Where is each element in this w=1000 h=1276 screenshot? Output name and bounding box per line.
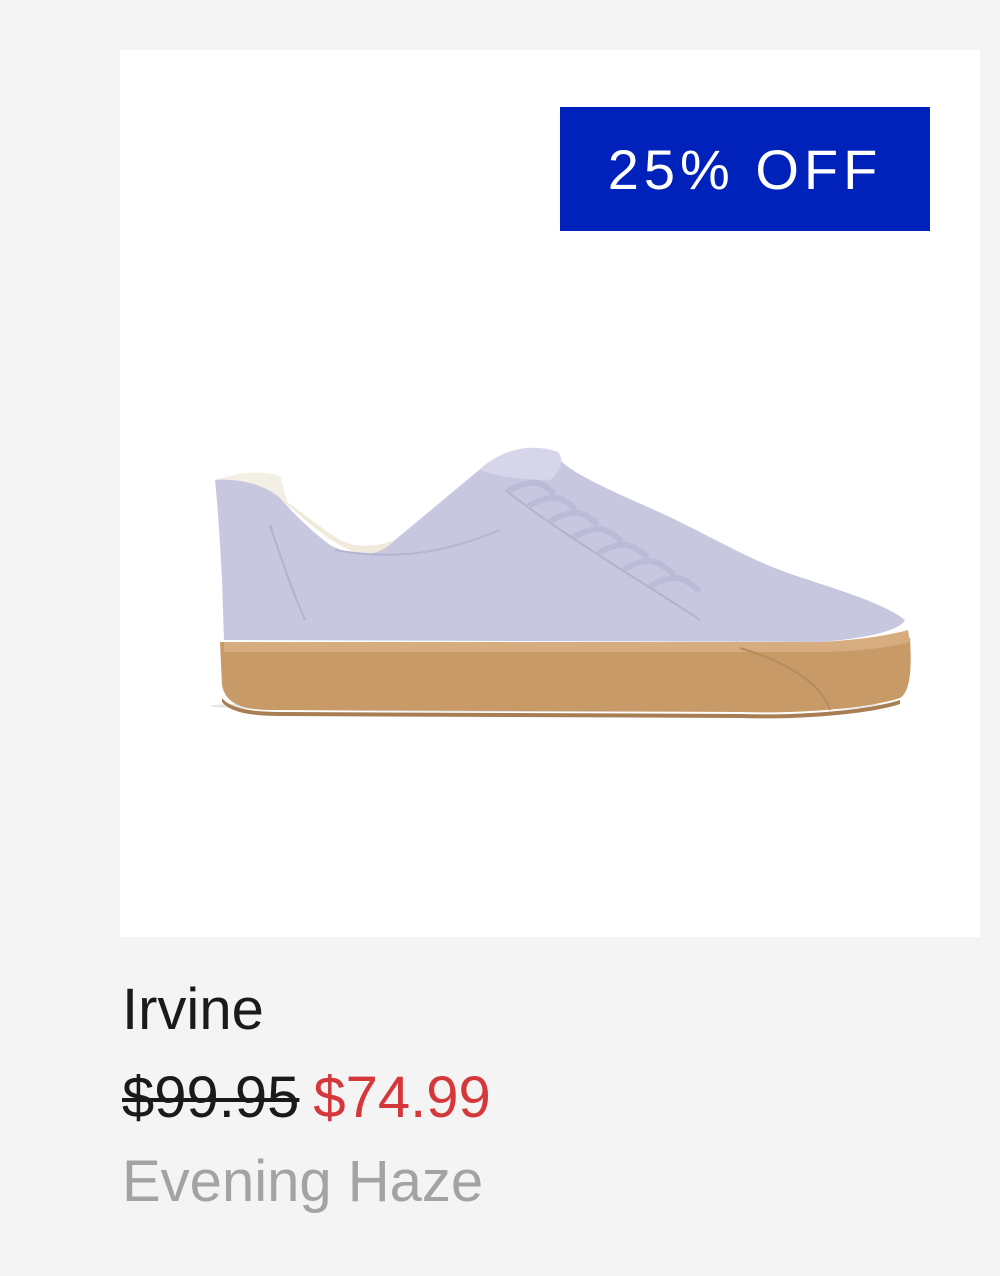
discount-badge-label: 25% OFF [607,137,883,201]
color-name: Evening Haze [122,1149,484,1214]
product-name[interactable]: Irvine [122,976,264,1044]
sneaker-image[interactable] [180,380,920,750]
product-card[interactable]: 25% OFF Irvine $99.95 $74.99 Evening Haz… [0,0,1000,1276]
discount-badge: 25% OFF [560,107,930,231]
price-row: $99.95 $74.99 [122,1064,491,1132]
sale-price: $74.99 [313,1065,491,1130]
original-price: $99.95 [122,1065,300,1130]
product-image-frame[interactable]: 25% OFF [120,50,980,937]
